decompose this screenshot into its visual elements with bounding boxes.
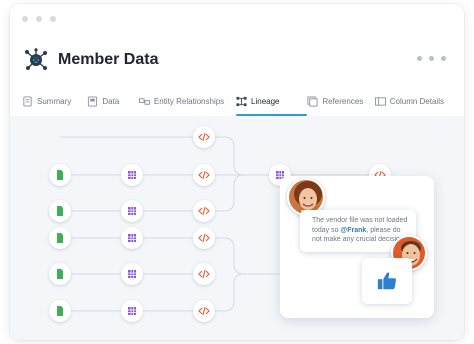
lineage-node[interactable] <box>193 200 215 222</box>
lineage-node[interactable] <box>49 227 71 249</box>
mention-link[interactable]: @Frank <box>340 227 366 234</box>
tab-label: Summary <box>37 96 72 106</box>
tab-bar: Summary Data Entity Relationships Lineag… <box>22 90 454 116</box>
reaction-button[interactable] <box>362 258 412 304</box>
lineage-node[interactable] <box>121 263 143 285</box>
code-icon <box>198 269 210 279</box>
window-controls <box>22 16 56 22</box>
file-icon <box>57 233 63 243</box>
tab-references[interactable]: References <box>307 90 374 112</box>
table-icon <box>128 270 136 278</box>
table-icon <box>128 171 136 179</box>
tab-column-details[interactable]: Column Details <box>374 90 454 112</box>
tab-summary[interactable]: Summary <box>22 90 87 112</box>
window-dot[interactable] <box>22 16 28 22</box>
lineage-node[interactable] <box>49 300 71 322</box>
lineage-node[interactable] <box>121 300 143 322</box>
page-title: Member Data <box>58 51 159 68</box>
code-icon <box>198 206 210 216</box>
file-icon <box>57 170 63 180</box>
thumbs-up-icon <box>377 272 396 290</box>
entity-relationships-icon <box>138 97 150 105</box>
tab-lineage[interactable]: Lineage <box>236 90 308 116</box>
table-icon <box>128 234 136 242</box>
lineage-node[interactable] <box>121 164 143 186</box>
file-icon <box>57 269 63 279</box>
code-icon <box>198 132 210 142</box>
lineage-node[interactable] <box>193 263 215 285</box>
summary-icon <box>23 95 32 107</box>
lineage-node[interactable] <box>49 263 71 285</box>
code-icon <box>198 306 210 316</box>
table-icon <box>128 207 136 215</box>
file-icon <box>57 206 63 216</box>
lineage-node[interactable] <box>121 227 143 249</box>
tab-data[interactable]: Data <box>87 90 139 112</box>
lineage-icon <box>236 96 247 106</box>
tab-label: Lineage <box>251 96 280 106</box>
more-dots-icon[interactable] <box>417 56 446 61</box>
tab-entity-relationships[interactable]: Entity Relationships <box>138 90 238 112</box>
tab-label: Column Details <box>389 96 444 106</box>
lineage-node[interactable] <box>49 164 71 186</box>
table-icon <box>128 307 136 315</box>
code-icon <box>198 233 210 243</box>
tab-label: Data <box>102 96 120 106</box>
lineage-node[interactable] <box>193 227 215 249</box>
tab-label: Entity Relationships <box>153 96 225 106</box>
lineage-node[interactable] <box>193 300 215 322</box>
window-dot[interactable] <box>50 16 56 22</box>
window-dot[interactable] <box>36 16 42 22</box>
data-icon <box>88 95 98 107</box>
data-network-logo <box>25 48 47 70</box>
file-icon <box>57 306 63 316</box>
references-icon <box>307 95 318 107</box>
page-header: Member Data <box>24 48 158 72</box>
lineage-node[interactable] <box>193 126 215 148</box>
lineage-node[interactable] <box>121 200 143 222</box>
tab-label: References <box>322 96 364 106</box>
lineage-node[interactable] <box>193 164 215 186</box>
lineage-node[interactable] <box>49 200 71 222</box>
column-details-icon <box>374 96 386 106</box>
code-icon <box>198 170 210 180</box>
